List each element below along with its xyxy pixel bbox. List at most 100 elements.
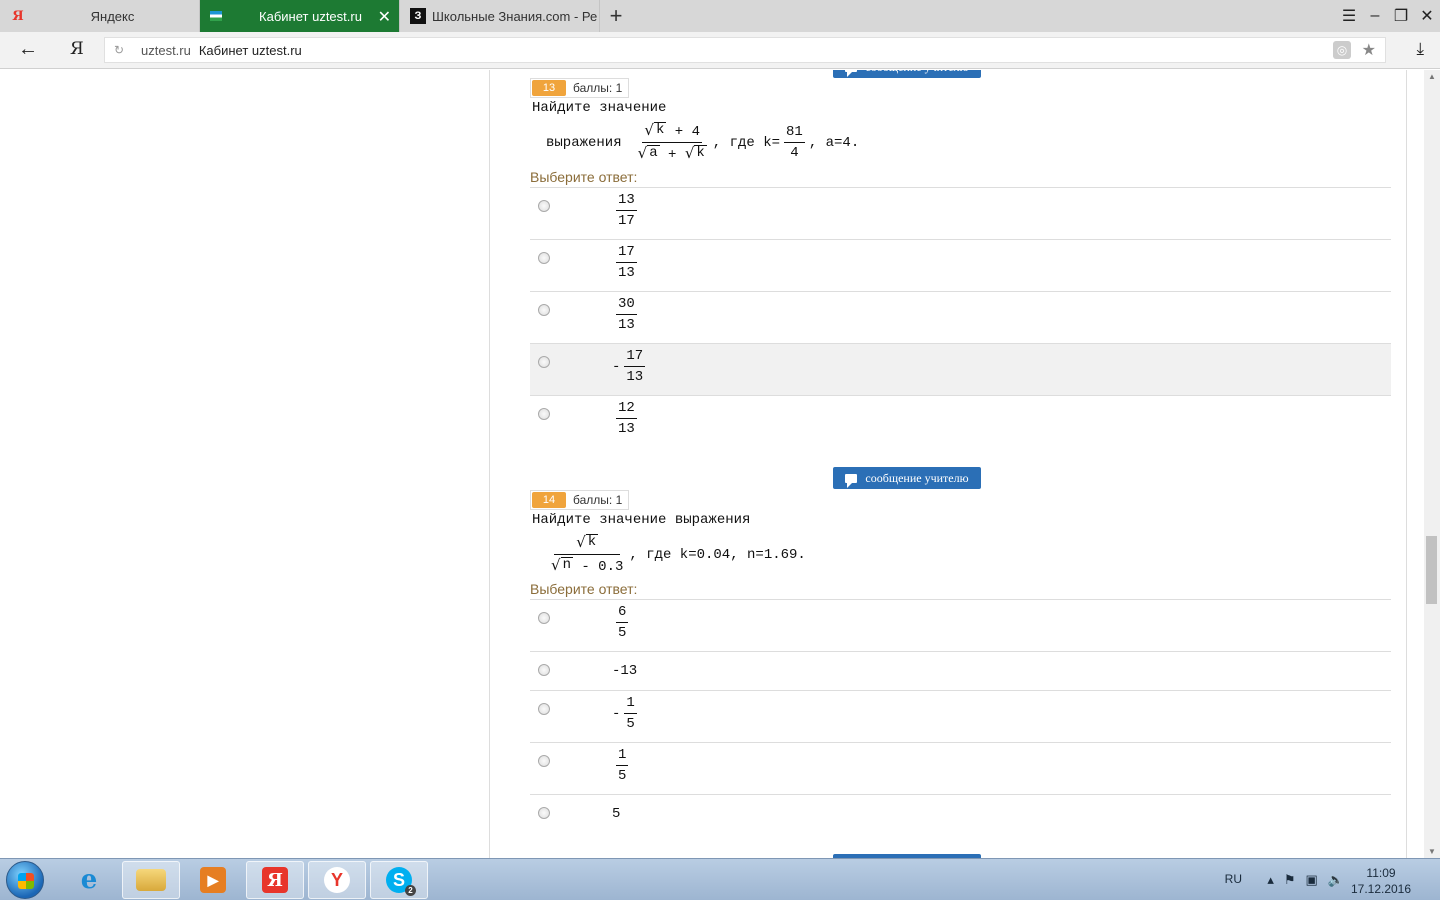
message-button-label: сообщение учителю (865, 70, 968, 75)
answer-radio[interactable] (538, 252, 550, 264)
taskbar-yandex[interactable]: Y (308, 861, 366, 899)
answer-radio[interactable] (538, 304, 550, 316)
yandex-icon: Я (12, 8, 24, 24)
question-number-badge: 13 (532, 80, 566, 96)
question-header: 13 баллы: 1 (530, 78, 630, 98)
answer-option[interactable]: 65 (530, 599, 1391, 651)
menu-icon[interactable]: ☰ (1336, 0, 1362, 32)
answer-value: -13 (612, 663, 638, 679)
znanija-favicon: З (410, 8, 426, 24)
condition-text: , где k=0.04, n=1.69. (629, 546, 806, 563)
answer-option[interactable]: 5 (530, 794, 1391, 833)
media-player-icon: ▶ (200, 867, 226, 893)
question-text: Найдите значение выражения (532, 512, 751, 528)
answer-value: -1 5 (612, 695, 641, 732)
yandex-browser-icon: Я (262, 867, 288, 893)
answer-radio[interactable] (538, 356, 550, 368)
answer-option[interactable]: -17 13 (530, 343, 1391, 395)
sqrt-arg: k (694, 145, 707, 161)
speech-bubble-icon (845, 473, 858, 488)
message-teacher-button[interactable]: сообщение учителю (833, 467, 981, 489)
denominator-rest: - 0.3 (581, 559, 624, 575)
tab-uztest[interactable]: Кабинет uztest.ru ✕ (200, 0, 400, 32)
answer-value: 13 17 (612, 192, 641, 229)
new-tab-button[interactable]: + (600, 0, 632, 32)
bookmark-star-icon[interactable]: ★ (1362, 40, 1376, 60)
download-icon[interactable]: ⤓ (1416, 39, 1424, 59)
expression-prefix: выражения (546, 134, 622, 151)
answer-radio[interactable] (538, 755, 550, 767)
tab-znanija[interactable]: З Школьные Знания.com - Ре (400, 0, 600, 32)
k-fraction: 81 4 (784, 124, 805, 161)
message-teacher-button[interactable]: сообщение учителю (833, 70, 981, 78)
tab-yandex[interactable]: Я Яндекс (0, 0, 200, 32)
uztest-favicon (210, 11, 222, 21)
answer-value: 17 13 (612, 244, 641, 281)
tab-label: Яндекс (90, 8, 135, 24)
scroll-down-icon[interactable]: ▼ (1428, 847, 1436, 856)
column-divider (489, 70, 490, 858)
taskbar-clock[interactable]: 11:09 17.12.2016 (1346, 865, 1416, 897)
show-hidden-icons-icon[interactable]: ▴ (1267, 872, 1274, 888)
file-explorer-icon (136, 869, 166, 891)
answer-option[interactable]: 15 (530, 742, 1391, 794)
question-score: баллы: 1 (573, 493, 623, 507)
answer-value: 30 13 (612, 296, 641, 333)
taskbar-skype[interactable]: S 2 (370, 861, 428, 899)
answer-radio[interactable] (538, 703, 550, 715)
close-window-icon[interactable]: ✕ (1414, 0, 1440, 32)
close-tab-icon[interactable]: ✕ (378, 7, 391, 27)
action-center-flag-icon[interactable]: ⚑ (1284, 872, 1296, 888)
answer-option[interactable]: 12 13 (530, 395, 1391, 447)
answer-numerator: 1 (616, 747, 629, 766)
address-bar[interactable]: ↻ uztest.ru Кабинет uztest.ru ◎ ★ (104, 37, 1386, 63)
answer-option[interactable]: 13 17 (530, 187, 1391, 239)
answer-radio[interactable] (538, 612, 550, 624)
protect-icon[interactable]: ◎ (1333, 41, 1351, 59)
answer-denominator: 5 (618, 625, 627, 641)
taskbar-internet-explorer[interactable]: e (60, 861, 118, 899)
volume-icon[interactable]: 🔈 (1328, 872, 1344, 888)
sqrt-arg: n (560, 557, 573, 573)
yandex-home-icon[interactable]: Я (70, 39, 84, 59)
answer-radio[interactable] (538, 664, 550, 676)
back-arrow-icon[interactable]: ← (18, 38, 38, 61)
answer-option[interactable]: 30 13 (530, 291, 1391, 343)
question-score: баллы: 1 (573, 81, 623, 95)
answer-radio[interactable] (538, 807, 550, 819)
sqrt-arg: k (653, 122, 667, 138)
browser-tab-strip: Я Яндекс Кабинет uztest.ru ✕ З Школьные … (0, 0, 1440, 32)
answer-numerator: 6 (616, 604, 629, 623)
numerator-rest: + 4 (674, 124, 700, 140)
restore-icon[interactable]: ❐ (1388, 0, 1414, 32)
column-divider (1406, 70, 1407, 858)
scrollbar-thumb[interactable] (1426, 536, 1437, 604)
answer-denominator: 5 (618, 768, 627, 784)
taskbar-media-player[interactable]: ▶ (184, 861, 242, 899)
k-numerator: 81 (784, 124, 805, 143)
answer-sign: - (612, 358, 621, 375)
answer-option[interactable]: -13 (530, 651, 1391, 690)
choose-answer-label: Выберите ответ: (530, 581, 638, 597)
answer-radio[interactable] (538, 200, 550, 212)
page-scrollbar[interactable]: ▲ ▼ (1424, 70, 1440, 858)
reload-icon[interactable]: ↻ (105, 43, 133, 57)
choose-answer-label: Выберите ответ: (530, 169, 638, 185)
answer-denominator: 13 (618, 421, 635, 437)
answer-option[interactable]: -1 5 (530, 690, 1391, 742)
answer-option[interactable]: 17 13 (530, 239, 1391, 291)
scroll-up-icon[interactable]: ▲ (1428, 72, 1436, 81)
sqrt-arg: a (647, 145, 660, 161)
tab-label: Школьные Знания.com - Ре (432, 8, 598, 24)
window-controls: ☰ – ❐ ✕ (1336, 0, 1440, 32)
answer-denominator: 13 (626, 369, 644, 385)
network-icon[interactable]: ▣ (1306, 872, 1318, 888)
answer-value: 5 (612, 806, 621, 822)
answer-value: 12 13 (612, 400, 641, 437)
language-indicator[interactable]: RU (1225, 872, 1242, 886)
taskbar-yandex-browser[interactable]: Я (246, 861, 304, 899)
taskbar-file-explorer[interactable] (122, 861, 180, 899)
answer-radio[interactable] (538, 408, 550, 420)
start-button[interactable] (6, 861, 44, 899)
minimize-icon[interactable]: – (1362, 0, 1388, 32)
